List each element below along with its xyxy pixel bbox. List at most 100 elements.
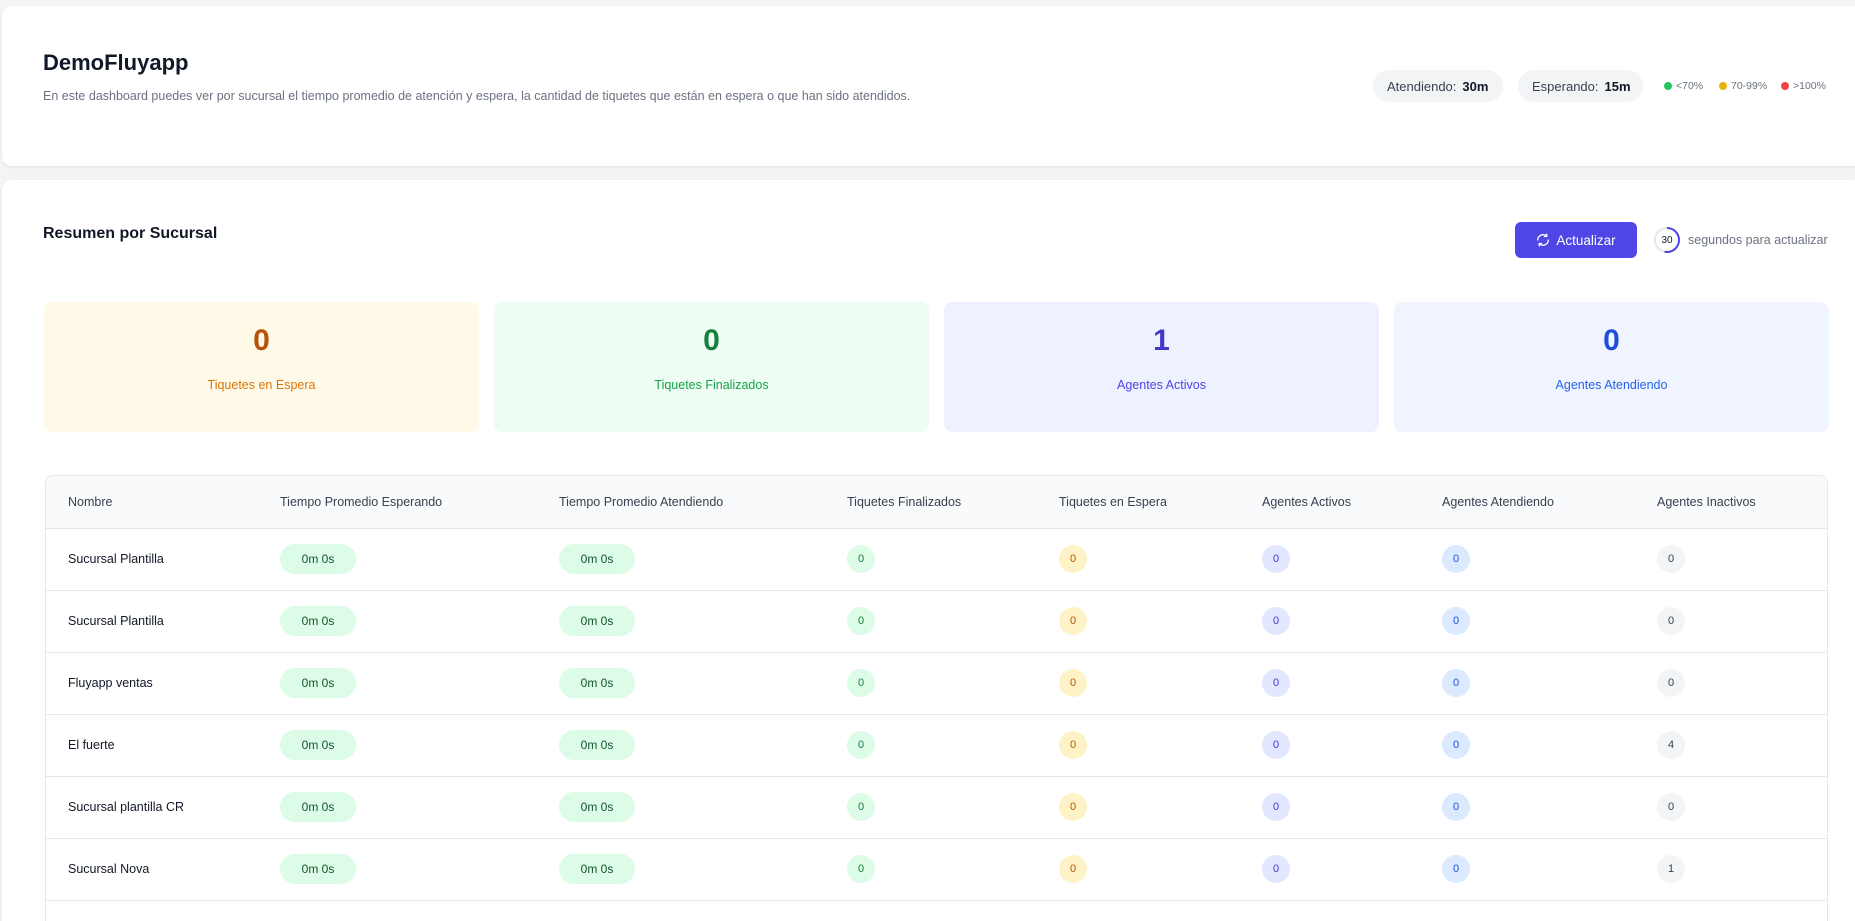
table-row[interactable]: Fluyapp ventas 0m 0s 0m 0s 0 0 0 0 0 (46, 652, 1827, 714)
table-cell: Sucursal Plantilla (46, 590, 258, 652)
stat-card-tickets-finished: 0 Tiquetes Finalizados (494, 302, 929, 432)
table-row[interactable]: Sucursal plantilla CR 0m 0s 0m 0s 0 0 0 0 0 (46, 776, 1827, 838)
table-cell: 0m 0s (258, 652, 537, 714)
active-agents-badge: 0 (1262, 669, 1290, 697)
finished-count-badge: 0 (847, 731, 875, 759)
attending-value: 30m (1462, 78, 1489, 94)
table-cell: 0 (1635, 528, 1827, 590)
table-cell: 0 (1037, 652, 1240, 714)
column-header-name[interactable]: Nombre (46, 476, 258, 528)
avg-wait-time: 0m 0s (280, 854, 356, 884)
stat-label: Agentes Atendiendo (1555, 378, 1668, 392)
table-row[interactable]: Sucursal Plantilla 0m 0s 0m 0s 0 0 0 0 0 (46, 528, 1827, 590)
page-description: En este dashboard puedes ver por sucursa… (43, 89, 911, 103)
stat-card-active-agents: 1 Agentes Activos (944, 302, 1379, 432)
green-dot-icon (1664, 82, 1672, 90)
table-cell: 0 (825, 652, 1037, 714)
waiting-count-badge: 0 (1059, 855, 1087, 883)
branch-name: Sucursal Plantilla (68, 552, 164, 566)
table-cell: 0 (1420, 714, 1635, 776)
attending-agents-badge: 0 (1442, 669, 1470, 697)
attending-agents-badge: 0 (1442, 607, 1470, 635)
stat-value: 0 (703, 324, 720, 357)
table-cell: 0 (1635, 776, 1827, 838)
dashboard-page: DemoFluyapp En este dashboard puedes ver… (0, 0, 1855, 921)
attending-target-badge: Atendiendo: 30m (1373, 70, 1503, 102)
branch-name: Sucursal plantilla CR (68, 800, 185, 814)
table-cell: 0 (825, 590, 1037, 652)
avg-wait-time: 0m 0s (280, 730, 356, 760)
table-cell: 0m 0s (258, 528, 537, 590)
table-cell: Sucursal Plantilla (46, 528, 258, 590)
column-header-inactive[interactable]: Agentes Inactivos (1635, 476, 1827, 528)
table-cell: 0 (1240, 838, 1420, 900)
stat-value: 0 (253, 324, 270, 357)
table-cell: 0 (1037, 776, 1240, 838)
table-cell: El fuerte (46, 714, 258, 776)
table-cell: 0 (1240, 528, 1420, 590)
avg-wait-time: 0m 0s (280, 544, 356, 574)
legend-item-yellow: 70-99% (1719, 80, 1767, 92)
waiting-count-badge: 0 (1059, 731, 1087, 759)
table-cell: 0m 0s (537, 528, 825, 590)
table-row[interactable]: Sucursal Nova 0m 0s 0m 0s 0 0 0 0 1 (46, 838, 1827, 900)
table-cell: Fluyapp ventas (46, 652, 258, 714)
finished-count-badge: 0 (847, 669, 875, 697)
table-cell: 0m 0s (537, 652, 825, 714)
legend-item-green: <70% (1664, 80, 1703, 92)
column-header-avg-attend[interactable]: Tiempo Promedio Atendiendo (537, 476, 825, 528)
stat-card-tickets-waiting: 0 Tiquetes en Espera (44, 302, 479, 432)
countdown-timer: 30 (1653, 226, 1681, 254)
column-header-attending[interactable]: Agentes Atendiendo (1420, 476, 1635, 528)
attending-agents-badge: 0 (1442, 545, 1470, 573)
table-cell: 0 (1037, 528, 1240, 590)
inactive-agents-badge: 0 (1657, 793, 1685, 821)
table-cell: 0 (1420, 528, 1635, 590)
table-cell: 0 (1635, 590, 1827, 652)
table-cell: 0m 0s (258, 590, 537, 652)
red-dot-icon (1781, 82, 1789, 90)
active-agents-badge: 0 (1262, 545, 1290, 573)
avg-attend-time: 0m 0s (559, 854, 635, 884)
stat-value: 1 (1153, 324, 1170, 357)
table-cell: 0m 0s (537, 838, 825, 900)
table-cell: 0 (1420, 590, 1635, 652)
table-cell: 0 (1240, 652, 1420, 714)
branch-name: El fuerte (68, 738, 115, 752)
column-header-avg-wait[interactable]: Tiempo Promedio Esperando (258, 476, 537, 528)
table-cell: 0 (1037, 714, 1240, 776)
table-cell: 0 (1420, 838, 1635, 900)
table-cell: 0 (825, 776, 1037, 838)
branch-name: Sucursal Plantilla (68, 614, 164, 628)
avg-wait-time: 0m 0s (280, 668, 356, 698)
table-cell: 0 (1420, 652, 1635, 714)
waiting-count-badge: 0 (1059, 669, 1087, 697)
attending-agents-badge: 0 (1442, 731, 1470, 759)
table-row[interactable]: Sucursal Plantilla 0m 0s 0m 0s 0 0 0 0 0 (46, 590, 1827, 652)
waiting-count-badge: 0 (1059, 793, 1087, 821)
legend-item-red: >100% (1781, 80, 1826, 92)
avg-attend-time: 0m 0s (559, 544, 635, 574)
active-agents-badge: 0 (1262, 793, 1290, 821)
table-cell: 0m 0s (258, 838, 537, 900)
column-header-waiting[interactable]: Tiquetes en Espera (1037, 476, 1240, 528)
active-agents-badge: 0 (1262, 731, 1290, 759)
avg-wait-time: 0m 0s (280, 792, 356, 822)
table-cell: 0m 0s (537, 714, 825, 776)
table-cell: Sucursal plantilla CR (46, 776, 258, 838)
legend-label: <70% (1676, 80, 1704, 92)
finished-count-badge: 0 (847, 855, 875, 883)
table-cell: 0 (1037, 838, 1240, 900)
avg-attend-time: 0m 0s (559, 606, 635, 636)
table-cell: 0m 0s (258, 714, 537, 776)
column-header-finished[interactable]: Tiquetes Finalizados (825, 476, 1037, 528)
column-header-active[interactable]: Agentes Activos (1240, 476, 1420, 528)
stat-label: Tiquetes en Espera (207, 378, 316, 392)
table-cell: 0 (1420, 776, 1635, 838)
table-cell: 0 (1037, 590, 1240, 652)
refresh-button[interactable]: Actualizar (1515, 222, 1637, 258)
table-cell: 0m 0s (537, 776, 825, 838)
table-header-row: Nombre Tiempo Promedio Esperando Tiempo … (46, 476, 1827, 528)
table-cell: 0 (1240, 590, 1420, 652)
table-row[interactable]: El fuerte 0m 0s 0m 0s 0 0 0 0 4 (46, 714, 1827, 776)
